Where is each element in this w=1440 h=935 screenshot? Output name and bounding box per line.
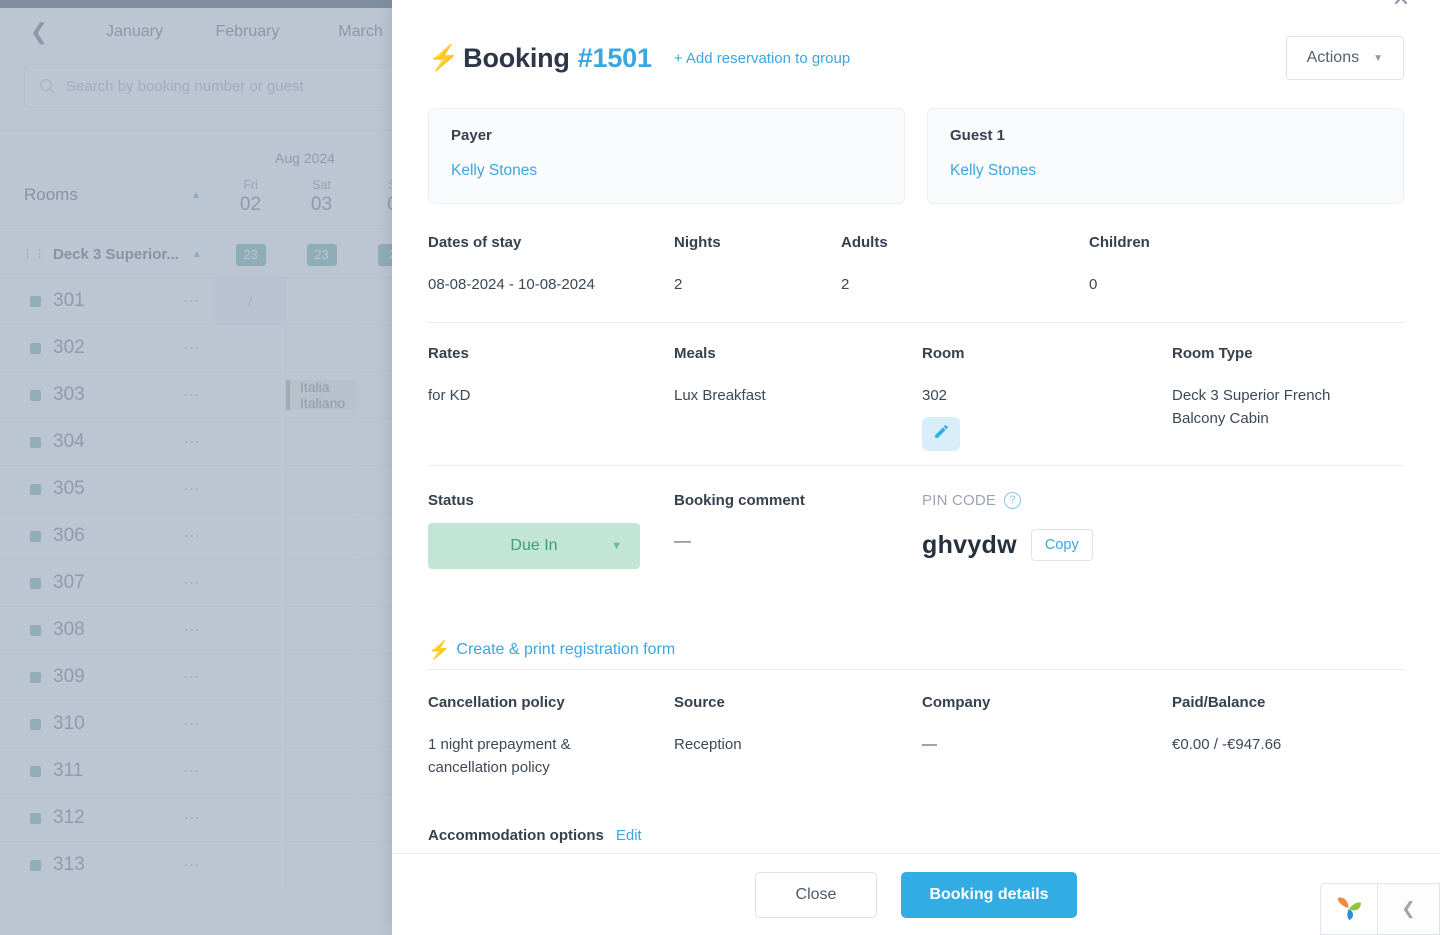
accommodation-options-row: Accommodation options Edit [428,827,1404,844]
edit-room-button[interactable] [922,417,960,451]
source-label: Source [674,694,725,711]
modal-body: ⚡ Booking #1501 + Add reservation to grou… [392,0,1440,853]
modal-header: ⚡ Booking #1501 + Add reservation to grou… [428,30,1404,86]
rates-value: for KD [428,387,471,404]
booking-modal: ✕ ⚡ Booking#1501 + Add reservation to gr… [392,0,1440,935]
payer-name-link[interactable]: Kelly Stones [451,162,882,180]
close-icon[interactable]: ✕ [1388,0,1414,14]
payer-card: Payer Kelly Stones [428,108,905,204]
guest-name-link[interactable]: Kelly Stones [950,162,1381,180]
adults-value: 2 [841,276,850,293]
meals-field: Meals Lux Breakfast [674,345,922,451]
booking-comment-value: — [674,531,691,550]
chevron-down-icon: ▼ [611,540,622,552]
nights-field: Nights 2 [674,234,841,296]
modal-footer: Close Booking details [392,853,1440,935]
rates-field: Rates for KD [428,345,674,451]
paid-balance-field: Paid/Balance €0.00 / -€947.66 [1172,694,1404,779]
children-field: Children 0 [1089,234,1404,296]
source-field: Source Reception [674,694,922,779]
nights-label: Nights [674,234,721,251]
adults-label: Adults [841,234,888,251]
meals-label: Meals [674,345,716,362]
booking-comment-label: Booking comment [674,492,805,509]
actions-button[interactable]: Actions ▼ [1285,36,1404,80]
source-value: Reception [674,736,742,753]
guest-label: Guest 1 [950,127,1006,144]
lightning-bolt-icon: ⚡ [428,43,460,72]
pin-code-label-wrap: PIN CODE ? [922,492,1404,509]
status-badge: Due In [510,537,558,554]
adults-field: Adults 2 [841,234,1089,296]
chat-widget: ❮ [1320,883,1440,935]
cancellation-policy-label: Cancellation policy [428,694,565,711]
company-value: — [922,736,937,753]
accommodation-edit-link[interactable]: Edit [616,827,642,844]
room-type-field: Room Type Deck 3 Superior French Balcony… [1172,345,1404,451]
registration-form-label: Create & print registration form [456,641,676,658]
children-value: 0 [1089,276,1098,293]
room-value: 302 [922,387,948,404]
policy-row: Cancellation policy 1 night prepayment &… [428,694,1404,779]
dates-of-stay-value: 08-08-2024 - 10-08-2024 [428,276,595,293]
paid-balance-value: €0.00 / -€947.66 [1172,736,1282,753]
paid-balance-label: Paid/Balance [1172,694,1266,711]
stay-details-row: Dates of stay 08-08-2024 - 10-08-2024 Ni… [428,234,1404,296]
pencil-icon [933,423,950,445]
cancellation-policy-field: Cancellation policy 1 night prepayment &… [428,694,674,779]
booking-details-button[interactable]: Booking details [901,871,1077,918]
add-reservation-to-group-link[interactable]: + Add reservation to group [674,50,850,67]
lightning-bolt-icon: ⚡ [428,640,451,660]
chevron-left-icon[interactable]: ❮ [1378,883,1440,935]
dates-of-stay-label: Dates of stay [428,234,522,251]
status-field: Status Due In ▼ [428,492,674,569]
room-details-row: Rates for KD Meals Lux Breakfast Room 30… [428,345,1404,451]
dates-of-stay-field: Dates of stay 08-08-2024 - 10-08-2024 [428,234,674,296]
create-print-registration-form-link[interactable]: ⚡ Create & print registration form [428,641,1404,659]
guest-card: Guest 1 Kelly Stones [927,108,1404,204]
pin-code-value: ghvydw [922,530,1017,559]
booking-number: #1501 [577,42,652,73]
room-type-value: Deck 3 Superior French Balcony Cabin [1172,387,1331,427]
payer-label: Payer [451,127,492,144]
contact-cards: Payer Kelly Stones Guest 1 Kelly Stones [428,108,1404,204]
rates-label: Rates [428,345,469,362]
divider [428,669,1404,670]
status-dropdown[interactable]: Due In ▼ [428,523,640,569]
app-root: ❮ January February March Search by booki… [0,0,1440,935]
chevron-down-icon: ▼ [1373,52,1383,64]
pin-code-field: PIN CODE ? ghvydw Copy [922,492,1404,569]
close-button[interactable]: Close [755,871,877,918]
booking-title-text: Booking [463,42,570,73]
actions-label: Actions [1306,49,1360,66]
help-circle-icon[interactable]: ? [1004,492,1022,509]
room-label: Room [922,345,965,362]
company-label: Company [922,694,991,711]
accommodation-options-label: Accommodation options [428,827,604,844]
page-title: Booking #1501 [463,43,652,74]
copy-button[interactable]: Copy [1030,529,1093,561]
children-label: Children [1089,234,1150,251]
status-row: Status Due In ▼ Booking comment — PIN CO… [428,492,1404,569]
divider [428,322,1404,323]
divider [428,465,1404,466]
cancellation-policy-value: 1 night prepayment & cancellation policy [428,736,571,776]
leaf-logo-icon[interactable] [1320,883,1378,935]
pin-code-label: PIN CODE [922,492,997,509]
booking-comment-field: Booking comment — [674,492,922,569]
meals-value: Lux Breakfast [674,387,766,404]
nights-value: 2 [674,276,683,293]
status-label: Status [428,492,474,509]
room-type-label: Room Type [1172,345,1253,362]
pin-code-row: ghvydw Copy [922,529,1404,561]
company-field: Company — [922,694,1172,779]
room-field: Room 302 [922,345,1172,451]
